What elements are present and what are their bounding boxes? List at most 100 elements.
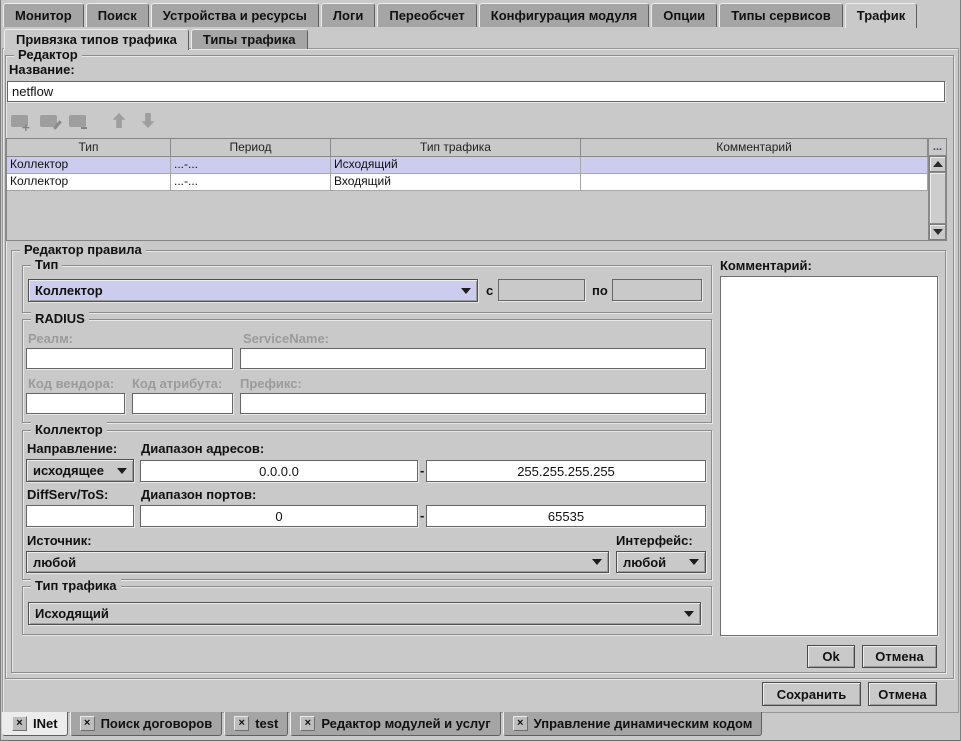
table-scrollbar[interactable] [928,156,946,240]
table-row[interactable]: Коллектор ...-... Входящий [7,174,928,191]
bottom-tab-label: Поиск договоров [101,716,213,731]
tab-logs[interactable]: Логи [321,3,375,27]
name-input[interactable] [7,81,945,102]
period-from-input[interactable] [498,279,585,301]
bottom-tab-inet[interactable]: × INet [2,712,68,736]
chevron-down-icon [461,288,471,294]
chevron-down-icon [117,468,127,474]
vendor-code-label: Код вендора: [28,376,114,391]
scrollbar-thumb[interactable] [929,172,946,224]
realm-input[interactable] [26,348,233,369]
attribute-code-label: Код атрибута: [132,376,222,391]
tab-service-types[interactable]: Типы сервисов [719,3,843,27]
bottom-tab-label: test [255,716,278,731]
tab-module-configuration[interactable]: Конфигурация модуля [479,3,649,27]
cancel-button[interactable]: Отмена [868,682,937,706]
ok-button[interactable]: Ok [807,645,855,668]
edit-icon [40,115,57,127]
rule-type-value: Коллектор [35,283,103,298]
sub-tab-traffic-types[interactable]: Типы трафика [191,29,308,49]
table-columns-button[interactable]: ... [928,139,946,156]
close-icon[interactable]: × [12,716,27,731]
bottom-tab-contract-search[interactable]: × Поиск договоров [70,712,223,736]
add-rule-button[interactable] [8,112,30,129]
move-up-button[interactable] [108,112,130,129]
source-select[interactable]: любой [26,551,609,573]
scroll-down-icon [933,229,943,235]
tab-recalculation[interactable]: Переобсчет [377,3,476,27]
prefix-input[interactable] [240,393,706,414]
traffic-type-group-title: Тип трафика [31,578,121,593]
name-label: Название: [9,62,75,77]
chevron-down-icon [684,611,694,617]
address-range-label: Диапазон адресов: [141,441,264,456]
scroll-up-button[interactable] [929,156,946,172]
collector-group-title: Коллектор [31,422,107,437]
rule-type-select[interactable]: Коллектор [28,279,478,302]
port-to-input[interactable] [426,505,706,527]
move-down-icon [142,113,155,128]
comment-label: Комментарий: [720,258,812,273]
period-to-input[interactable] [612,279,702,301]
column-header-traffic-type[interactable]: Тип трафика [331,139,581,156]
traffic-type-select[interactable]: Исходящий [28,602,701,625]
sub-tab-traffic-type-binding[interactable]: Привязка типов трафика [4,29,189,50]
bottom-tab-dynamic-code[interactable]: × Управление динамическим кодом [503,712,763,736]
delete-icon [69,115,86,127]
cell-type: Коллектор [7,174,171,190]
address-to-input[interactable] [426,460,706,482]
tab-search[interactable]: Поиск [86,3,149,27]
edit-rule-button[interactable] [37,112,59,129]
comment-textarea[interactable] [720,276,938,636]
tab-devices-resources[interactable]: Устройства и ресурсы [151,3,319,27]
move-up-icon [113,113,126,128]
address-from-input[interactable] [140,460,418,482]
rules-table-header: Тип Период Тип трафика Комментарий [7,139,928,157]
chevron-down-icon [592,559,602,565]
close-icon[interactable]: × [513,716,528,731]
rules-toolbar [8,112,159,129]
period-to-label: по [592,283,608,298]
cell-comment [581,174,928,190]
column-header-comment[interactable]: Комментарий [581,139,928,156]
cell-traffic-type: Исходящий [331,157,581,173]
interface-value: любой [623,555,666,570]
port-range-label: Диапазон портов: [141,487,256,502]
main-tab-bar: Монитор Поиск Устройства и ресурсы Логи … [3,3,917,27]
realm-label: Реалм: [28,331,73,346]
close-icon[interactable]: × [234,716,249,731]
vendor-code-input[interactable] [26,393,125,414]
servicename-input[interactable] [240,348,706,369]
move-down-button[interactable] [137,112,159,129]
tab-traffic[interactable]: Трафик [845,3,918,28]
close-icon[interactable]: × [300,716,315,731]
tab-options[interactable]: Опции [651,3,717,27]
table-row[interactable]: Коллектор ...-... Исходящий [7,157,928,174]
bottom-tab-module-service-editor[interactable]: × Редактор модулей и услуг [290,712,500,736]
tab-monitor[interactable]: Монитор [3,3,84,27]
cell-comment [581,157,928,173]
servicename-label: ServiceName: [243,331,329,346]
bottom-tab-label: INet [33,716,58,731]
cell-period: ...-... [171,174,331,190]
port-from-input[interactable] [140,505,418,527]
direction-select[interactable]: исходящее [26,459,134,482]
close-icon[interactable]: × [80,716,95,731]
interface-select[interactable]: любой [616,551,706,573]
bottom-tab-test[interactable]: × test [224,712,288,736]
column-header-type[interactable]: Тип [7,139,171,156]
delete-rule-button[interactable] [66,112,88,129]
application-window: Монитор Поиск Устройства и ресурсы Логи … [0,0,961,741]
diffserv-input[interactable] [26,505,134,527]
attribute-code-input[interactable] [132,393,233,414]
column-header-period[interactable]: Период [171,139,331,156]
rule-editor-group-title: Редактор правила [20,242,146,257]
bottom-tab-label: Управление динамическим кодом [534,716,753,731]
rule-cancel-button[interactable]: Отмена [862,645,937,668]
scroll-down-button[interactable] [929,224,946,240]
interface-label: Интерфейс: [616,533,693,548]
traffic-sub-tab-bar: Привязка типов трафика Типы трафика [4,29,308,49]
cell-traffic-type: Входящий [331,174,581,190]
period-from-label: с [486,283,493,298]
save-button[interactable]: Сохранить [762,682,861,706]
